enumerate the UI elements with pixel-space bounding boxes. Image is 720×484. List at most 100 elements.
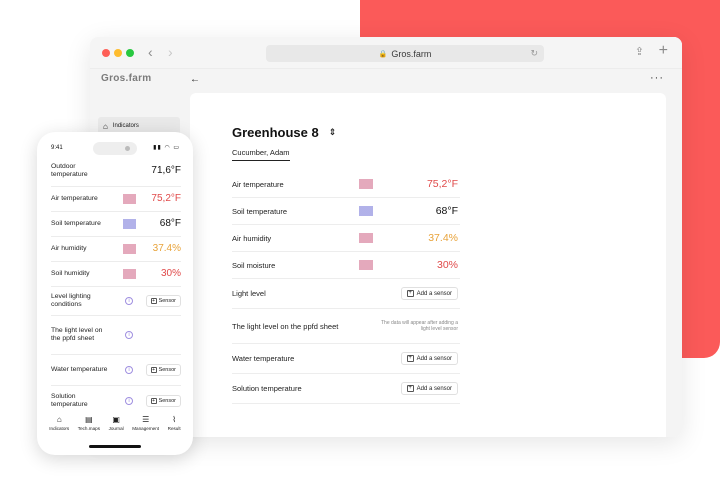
add-sensor-label: Add a sensor	[416, 290, 452, 297]
heatmap-icon	[123, 219, 136, 229]
home-icon: ⌂	[103, 121, 108, 131]
tab-journal[interactable]: ▣ Journal	[109, 415, 124, 439]
heatmap-icon	[359, 206, 373, 216]
crop-selector[interactable]: Cucumber, Adam	[232, 148, 290, 161]
greenhouse-name: Greenhouse 8	[232, 125, 319, 140]
indicator-value: 75,2°F	[151, 193, 181, 204]
indicator-label: Solution temperature	[232, 384, 302, 393]
indicator-label: Level lighting conditions	[51, 293, 91, 308]
phone-row-soil-humidity[interactable]: Soil humidity 30%	[51, 262, 181, 287]
phone-row-air-temperature[interactable]: Air temperature 75,2°F	[51, 187, 181, 212]
indicator-label: Air temperature	[51, 195, 98, 202]
add-sensor-button[interactable]: + Sensor	[145, 364, 181, 376]
sort-toggle-icon[interactable]: ⇕	[329, 127, 337, 138]
address-bar[interactable]: 🔒 Gros.farm ↻	[266, 45, 544, 62]
indicator-label: Air humidity	[51, 245, 87, 252]
info-icon[interactable]: i	[125, 297, 133, 305]
indicator-label: Air humidity	[232, 233, 272, 243]
sensor-label: Sensor	[158, 397, 176, 404]
tab-label: Journal	[108, 426, 124, 431]
heatmap-icon	[123, 269, 136, 279]
indicator-label: Water temperature	[232, 354, 295, 363]
indicator-label: The light level on the ppfd sheet	[232, 321, 339, 331]
indicator-value: 75,2°F	[426, 178, 458, 190]
ellipsis-icon[interactable]: ···	[650, 72, 664, 84]
indicator-row-air-temperature[interactable]: Air temperature 75,2°F	[232, 171, 460, 198]
add-sensor-button[interactable]: + Sensor	[145, 295, 181, 307]
phone-mockup: 9:41 ▮▮ ◠ ▭ Outdoor temperature 71,6°F A…	[37, 132, 193, 455]
info-icon[interactable]: i	[125, 331, 133, 339]
indicator-value: 68°F	[435, 205, 458, 217]
heatmap-icon	[359, 260, 373, 270]
indicator-label: Soil temperature	[51, 220, 101, 227]
camera-icon	[125, 146, 130, 151]
phone-row-ppfd: The light level on the ppfd sheet i	[51, 316, 181, 355]
phone-tab-bar: ⌂ Indicators ▤ Tech.maps ▣ Journal ☰ Man…	[37, 415, 193, 439]
indicator-row-water-temperature: Water temperature + Add a sensor	[232, 344, 460, 374]
greenhouse-panel: Greenhouse 8 ⇕ Cucumber, Adam Air temper…	[190, 93, 666, 437]
indicator-row-soil-moisture[interactable]: Soil moisture 30%	[232, 252, 460, 279]
map-icon: ▤	[85, 415, 93, 424]
sliders-icon: ☰	[142, 415, 150, 424]
minimize-window-button[interactable]	[114, 49, 122, 57]
tab-management[interactable]: ☰ Management	[132, 415, 159, 439]
indicator-row-ppfd: The light level on the ppfd sheet The da…	[232, 309, 460, 344]
plus-icon[interactable]: +	[659, 42, 668, 60]
tab-label: Tech.maps	[77, 426, 100, 431]
browser-forward-icon[interactable]: ›	[168, 45, 173, 59]
info-icon[interactable]: i	[125, 366, 133, 374]
empty-state-note: The data will appear after adding a ligh…	[381, 320, 458, 332]
indicator-label: Light level	[232, 289, 266, 298]
indicator-row-air-humidity[interactable]: Air humidity 37.4%	[232, 225, 460, 252]
stage: ‹ › 🔒 Gros.farm ↻ ⇪ + Gros.farm ⌂ Indica…	[0, 0, 720, 484]
tab-tech-maps[interactable]: ▤ Tech.maps	[78, 415, 100, 439]
journal-icon: ▣	[112, 415, 120, 424]
add-sensor-button[interactable]: + Add a sensor	[400, 382, 458, 395]
indicator-value: 30%	[160, 268, 181, 279]
add-sensor-label: Add a sensor	[416, 355, 452, 362]
browser-back-icon[interactable]: ‹	[148, 45, 153, 59]
indicator-label: Soil humidity	[51, 270, 90, 277]
plus-icon: +	[406, 355, 414, 362]
phone-row-air-humidity[interactable]: Air humidity 37.4%	[51, 237, 181, 262]
heatmap-icon	[359, 179, 373, 189]
add-sensor-button[interactable]: + Sensor	[145, 394, 181, 407]
home-icon: ⌂	[56, 415, 62, 424]
heatmap-icon	[359, 233, 373, 243]
phone-row-soil-temperature[interactable]: Soil temperature 68°F	[51, 212, 181, 237]
lock-icon: 🔒	[378, 50, 388, 58]
phone-row-outdoor-temperature[interactable]: Outdoor temperature 71,6°F	[51, 156, 181, 187]
plus-icon: +	[150, 367, 157, 373]
add-sensor-button[interactable]: + Add a sensor	[400, 352, 458, 365]
tab-label: Result	[167, 426, 181, 431]
sidebar-item-label: Indicators	[112, 123, 139, 129]
indicator-value: 71,6°F	[151, 165, 181, 176]
tab-result[interactable]: ⌇ Result	[168, 415, 181, 439]
url-text: Gros.farm	[391, 48, 432, 59]
indicator-label: Water temperature	[51, 366, 108, 373]
indicator-value: 30%	[436, 259, 458, 271]
share-icon[interactable]: ⇪	[635, 45, 644, 58]
status-icons: ▮▮ ◠ ▭	[153, 145, 180, 151]
indicator-row-soil-temperature[interactable]: Soil temperature 68°F	[232, 198, 460, 225]
tab-indicators[interactable]: ⌂ Indicators	[49, 415, 69, 439]
indicator-value: 37.4%	[152, 243, 181, 254]
phone-row-level-lighting: Level lighting conditions i + Sensor	[51, 287, 181, 316]
tab-label: Indicators	[49, 426, 70, 431]
app-logo[interactable]: Gros.farm	[101, 73, 152, 84]
indicator-label: The light level on the ppfd sheet	[51, 327, 103, 342]
info-icon[interactable]: i	[125, 396, 133, 405]
reload-icon[interactable]: ↻	[530, 48, 538, 59]
greenhouse-title[interactable]: Greenhouse 8 ⇕	[232, 125, 336, 140]
close-window-button[interactable]	[102, 49, 110, 57]
back-arrow-icon[interactable]: ←	[190, 74, 200, 85]
indicator-list: Air temperature 75,2°F Soil temperature …	[232, 171, 460, 404]
add-sensor-button[interactable]: + Add a sensor	[400, 287, 458, 300]
maximize-window-button[interactable]	[126, 49, 134, 57]
indicator-row-light-level: Light level + Add a sensor	[232, 279, 460, 309]
phone-row-water-temperature: Water temperature i + Sensor	[51, 355, 181, 386]
indicator-label: Outdoor temperature	[51, 163, 88, 178]
heatmap-icon	[123, 194, 136, 204]
sensor-label: Sensor	[158, 298, 176, 304]
home-indicator[interactable]	[89, 445, 141, 448]
